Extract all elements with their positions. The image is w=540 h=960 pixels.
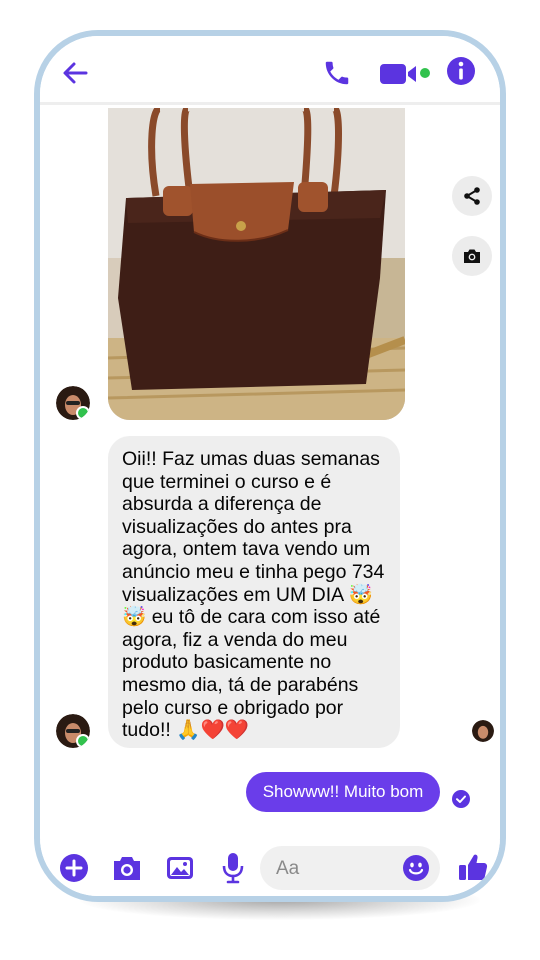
sent-check-icon xyxy=(452,790,470,808)
share-button[interactable] xyxy=(452,176,492,216)
back-arrow-icon[interactable] xyxy=(60,58,90,88)
share-icon xyxy=(464,187,480,205)
phone-call-icon[interactable] xyxy=(322,58,352,88)
gallery-icon[interactable] xyxy=(166,854,194,882)
video-camera-icon[interactable] xyxy=(380,60,426,88)
contact-avatar[interactable] xyxy=(56,386,90,420)
read-receipt-avatar-image xyxy=(472,720,494,742)
attachment-photo[interactable] xyxy=(108,108,405,420)
thumbs-up-icon[interactable] xyxy=(458,852,488,882)
camera-icon xyxy=(464,249,480,263)
online-status-dot xyxy=(76,406,90,420)
message-composer xyxy=(260,846,440,890)
contact-avatar[interactable] xyxy=(56,714,90,748)
phone-frame: Oii!! Faz umas duas semanas que terminei… xyxy=(34,30,506,902)
message-text: Showww!! Muito bom xyxy=(262,782,424,801)
info-icon[interactable] xyxy=(446,56,476,86)
save-photo-button[interactable] xyxy=(452,236,492,276)
incoming-message-bubble[interactable]: Oii!! Faz umas duas semanas que terminei… xyxy=(108,436,400,748)
chat-header xyxy=(40,36,500,105)
message-text: Oii!! Faz umas duas semanas que terminei… xyxy=(122,448,385,742)
handbag-image xyxy=(108,108,405,420)
plus-icon[interactable] xyxy=(60,854,88,882)
composer-bar xyxy=(40,840,500,896)
outgoing-message-bubble[interactable]: Showww!! Muito bom xyxy=(246,772,440,812)
chat-screen: Oii!! Faz umas duas semanas que terminei… xyxy=(40,36,500,896)
message-input[interactable] xyxy=(274,854,398,884)
emoji-icon[interactable] xyxy=(402,854,430,882)
microphone-icon[interactable] xyxy=(222,852,244,884)
camera-icon[interactable] xyxy=(112,854,142,882)
read-receipt-avatar xyxy=(472,720,494,742)
online-status-dot xyxy=(420,68,430,78)
online-status-dot xyxy=(76,734,90,748)
